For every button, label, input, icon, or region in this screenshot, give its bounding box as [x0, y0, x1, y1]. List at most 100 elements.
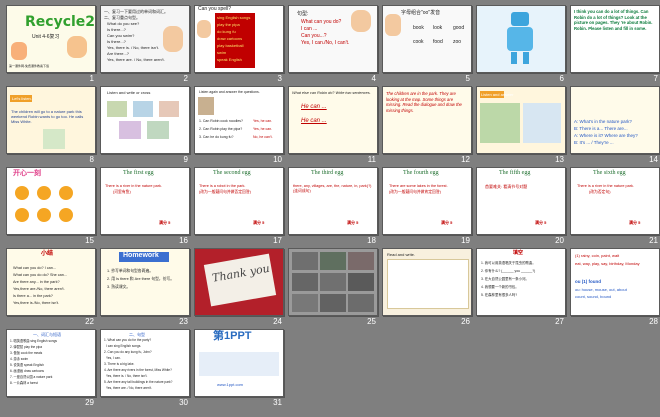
text-line: Is there...?: [107, 39, 126, 44]
slide-number: 31: [273, 398, 282, 407]
text-line: 1. 我可以用英语唱关于昆虫的歌曲。: [481, 261, 536, 265]
slide-thumb-14[interactable]: A: What's in the nature park? B: There i…: [570, 86, 660, 174]
slide-thumb-9[interactable]: Listen and write or cross 9: [100, 86, 194, 174]
slide-thumb-17[interactable]: The second egg There is a robot in the p…: [194, 167, 288, 255]
slide-16[interactable]: The first egg There is a river in the na…: [100, 167, 190, 235]
text-line: Listen again and answer the questions.: [199, 90, 260, 94]
slide-23[interactable]: Homework 1. 抄写单词和句型各两遍。 2. 用 Is there 和 …: [100, 248, 190, 316]
chick-egg-icon: [15, 186, 29, 200]
slide-14[interactable]: A: What's in the nature park? B: There i…: [570, 86, 660, 154]
slide-thumb-10[interactable]: Listen again and answer the questions. 1…: [194, 86, 288, 174]
slide-title: 开心一刻: [13, 170, 41, 177]
slide-number: 28: [649, 317, 658, 326]
slide-5[interactable]: 字母组合"oo"发音 book look good cook food zoo: [382, 5, 472, 73]
slide-thumb-22[interactable]: 小结 What can you do? I can... What can yo…: [6, 248, 100, 336]
slide-8[interactable]: Let's listen. The children will go to a …: [6, 86, 96, 154]
text-line: Yes, there are. / No, there aren't.: [107, 57, 165, 62]
slide-thumb-12[interactable]: The children are in the park. They are l…: [382, 86, 476, 174]
slide-thumb-21[interactable]: The sixth egg There is a river in the na…: [570, 167, 660, 255]
word: look: [433, 25, 443, 31]
slide-19[interactable]: The fourth egg There are some lakes in t…: [382, 167, 472, 235]
text-line: 2. Can you do any kung fu, John?: [104, 350, 152, 354]
text-line: 3. There is a big lake.: [104, 362, 135, 366]
text-line: ou: house, mouse, out, about: [575, 287, 627, 292]
slide-thumb-4[interactable]: 句型: What can you do? I can ... Can you..…: [288, 5, 382, 93]
slide-thumb-24[interactable]: Thank you 24: [194, 248, 288, 336]
text-line: Yes,there is./No, there isn't.: [13, 301, 60, 305]
slide-thumb-3[interactable]: Can you spell? sing English songs play t…: [194, 5, 288, 93]
score-label: 满分 5: [535, 220, 547, 225]
slide-number: 1: [89, 74, 94, 83]
slide-22[interactable]: 小结 What can you do? I can... What can yo…: [6, 248, 96, 316]
slide-thumb-28[interactable]: (1) rainy, coin, paint, wait eat, way, p…: [570, 248, 660, 336]
slide-10[interactable]: Listen again and answer the questions. 1…: [194, 86, 284, 154]
slide-13[interactable]: Listen and answer: [476, 86, 566, 154]
slide-thumb-13[interactable]: Listen and answer 13: [476, 86, 570, 174]
slide-12[interactable]: The children are in the park. They are l…: [382, 86, 472, 154]
slide-thumb-16[interactable]: The first egg There is a river in the na…: [100, 167, 194, 255]
slide-label: Let's listen.: [12, 96, 32, 101]
slide-17[interactable]: The second egg There is a robot in the p…: [194, 167, 284, 235]
slide-1[interactable]: Recycle2 Unit 4-6复习 第一课件网-免费课件教案下载: [6, 5, 96, 73]
slide-15[interactable]: 开心一刻: [6, 167, 96, 235]
chick-egg-icon: [59, 208, 73, 222]
slide-thumb-7[interactable]: I think you can do a lot of things. Can …: [570, 5, 660, 93]
slide-body: There is a river in the nature park.: [105, 184, 162, 188]
slide-thumb-26[interactable]: Read and write. 26: [382, 248, 476, 336]
slide-body: There are some lakes in the forest.: [389, 184, 448, 188]
slide-thumb-30[interactable]: 二、句型 1. What can you do for the party? I…: [100, 329, 194, 417]
slide-6[interactable]: [476, 5, 566, 73]
slide-18[interactable]: The third egg there, any, villages, are,…: [288, 167, 378, 235]
slide-number: 13: [555, 155, 564, 164]
text-line: count, sound, bound: [575, 294, 612, 299]
slide-title: What else can Robin do? Write two senten…: [292, 91, 371, 95]
slide-number: 20: [555, 236, 564, 245]
slide-number: 3: [277, 74, 282, 83]
text-line: What can you do?: [301, 19, 342, 25]
slide-thumb-20[interactable]: The fifth egg 首要难关: 看清节号对题 满分 5 20: [476, 167, 570, 255]
slide-thumb-8[interactable]: Let's listen. The children will go to a …: [6, 86, 100, 174]
text-line: 2. 弹琵琶 play the pipa: [10, 345, 43, 349]
answer: Yes, he can.: [253, 119, 273, 123]
slide-9[interactable]: Listen and write or cross: [100, 86, 190, 154]
slide-thumb-23[interactable]: Homework 1. 抄写单词和句型各两遍。 2. 用 Is there 和 …: [100, 248, 194, 336]
slide-21[interactable]: The sixth egg There is a river in the na…: [570, 167, 660, 235]
picture: [119, 121, 141, 139]
site-logo: 第1PPT: [213, 330, 252, 342]
slide-thumb-31[interactable]: 第1PPT www.1ppt.com 31: [194, 329, 288, 417]
cartoon-kid-image: [11, 42, 27, 60]
slide-title: The fifth egg: [499, 170, 531, 176]
slide-thumb-1[interactable]: Recycle2 Unit 4-6复习 第一课件网-免费课件教案下载 1: [6, 5, 100, 93]
slide-2[interactable]: 一、复习一下要用过的单词和词汇。 二、复习重点句型。 What do you s…: [100, 5, 190, 73]
word: play basketball: [217, 43, 244, 48]
slide-title: Homework: [123, 252, 159, 259]
slide-thumb-2[interactable]: 一、复习一下要用过的单词和词汇。 二、复习重点句型。 What do you s…: [100, 5, 194, 93]
slide-3[interactable]: Can you spell? sing English songs play t…: [194, 5, 284, 73]
slide-29[interactable]: 一、词汇与短语 1. 唱英语歌曲 sing English songs 2. 弹…: [6, 329, 96, 397]
slide-thumb-27[interactable]: 填空 1. 我可以用英语唱关于昆虫的歌曲。 2. 你有什么? (______ y…: [476, 248, 570, 336]
score-label: 满分 5: [253, 220, 265, 225]
slide-number: 19: [461, 236, 470, 245]
text-line: 2. 用 Is there 和 Are there 句型，仿写。: [107, 277, 175, 281]
text-line: 5. 说英语 speak English: [10, 363, 44, 367]
slide-28[interactable]: (1) rainy, coin, paint, wait eat, way, p…: [570, 248, 660, 316]
slide-31[interactable]: 第1PPT www.1ppt.com: [194, 329, 284, 397]
slide-25[interactable]: [288, 248, 378, 316]
slide-thumb-18[interactable]: The third egg there, any, villages, are,…: [288, 167, 382, 255]
slide-7[interactable]: I think you can do a lot of things. Can …: [570, 5, 660, 73]
slide-11[interactable]: What else can Robin do? Write two senten…: [288, 86, 378, 154]
slide-thumb-5[interactable]: 字母组合"oo"发音 book look good cook food zoo …: [382, 5, 476, 93]
slide-26[interactable]: Read and write.: [382, 248, 472, 316]
slide-20[interactable]: The fifth egg 首要难关: 看清节号对题 满分 5: [476, 167, 566, 235]
text-line: 3. Can he do kung fu?: [199, 135, 234, 139]
slide-27[interactable]: 填空 1. 我可以用英语唱关于昆虫的歌曲。 2. 你有什么? (______ y…: [476, 248, 566, 316]
slide-thumb-15[interactable]: 开心一刻 15: [6, 167, 100, 255]
slide-thumb-6[interactable]: 6: [476, 5, 570, 93]
slide-thumb-29[interactable]: 一、词汇与短语 1. 唱英语歌曲 sing English songs 2. 弹…: [6, 329, 100, 417]
slide-thumb-19[interactable]: The fourth egg There are some lakes in t…: [382, 167, 476, 255]
slide-4[interactable]: 句型: What can you do? I can ... Can you..…: [288, 5, 378, 73]
slide-30[interactable]: 二、句型 1. What can you do for the party? I…: [100, 329, 190, 397]
slide-24[interactable]: Thank you: [194, 248, 284, 316]
slide-thumb-11[interactable]: What else can Robin do? Write two senten…: [288, 86, 382, 174]
slide-thumb-25[interactable]: 25: [288, 248, 382, 336]
